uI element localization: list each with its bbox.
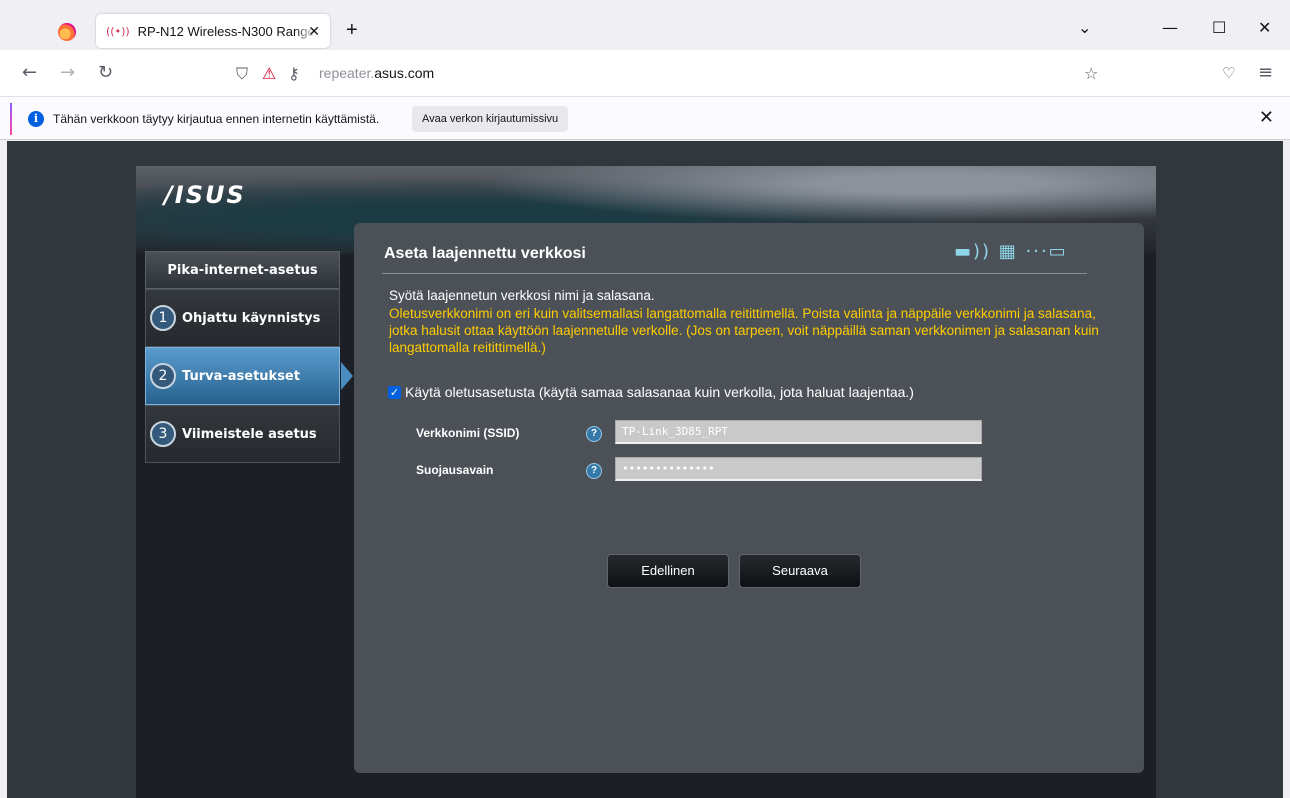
settings-panel: Aseta laajennettu verkkosi ▬)) ▦ ···▭ Sy…	[354, 223, 1144, 773]
bookmark-star-icon[interactable]: ☆	[1084, 64, 1098, 83]
sidebar-step-1[interactable]: 1 Ohjattu käynnistys	[145, 289, 340, 347]
security-key-label: Suojausavain	[416, 463, 494, 477]
captive-portal-notification: i Tähän verkkoon täytyy kirjautua ennen …	[0, 96, 1290, 140]
ssid-label: Verkkonimi (SSID)	[416, 426, 520, 440]
browser-tab-bar: ((•)) RP-N12 Wireless-N300 Range Ex ✕ + …	[0, 0, 1290, 50]
step-number: 2	[150, 363, 176, 389]
checkbox-checked-icon[interactable]: ✓	[388, 385, 401, 399]
forward-arrow-icon[interactable]: →	[60, 62, 75, 83]
pocket-icon[interactable]: ♡	[1222, 64, 1235, 82]
step-label: Ohjattu käynnistys	[182, 310, 321, 326]
browser-nav-bar: ← → ↻ ⛉ ⚠ ⚷ repeater.asus.com ☆ ♡ ≡	[0, 50, 1290, 96]
checkbox-label: Käytä oletusasetusta (käytä samaa salasa…	[405, 384, 914, 400]
setup-sidebar: Pika-internet-asetus 1 Ohjattu käynnisty…	[145, 251, 353, 463]
close-window-icon[interactable]: ✕	[1258, 18, 1271, 37]
title-divider	[382, 273, 1087, 274]
step-label: Turva-asetukset	[182, 368, 300, 384]
url-prefix: repeater.	[319, 65, 375, 81]
panel-title: Aseta laajennettu verkkosi	[384, 245, 586, 262]
tracking-protection-icon[interactable]: ⚠	[262, 64, 276, 83]
default-settings-checkbox-row[interactable]: ✓ Käytä oletusasetusta (käytä samaa sala…	[388, 384, 914, 400]
step-label: Viimeistele asetus	[182, 426, 317, 442]
key-icon[interactable]: ⚷	[288, 64, 300, 83]
ssid-input[interactable]: TP-Link_3D85_RPT	[615, 420, 982, 444]
asus-logo: /ISUS	[164, 181, 246, 209]
menu-icon[interactable]: ≡	[1258, 62, 1273, 83]
wireless-favicon-icon: ((•))	[106, 24, 130, 38]
url-bar[interactable]: ⛉ ⚠ ⚷ repeater.asus.com ☆	[224, 56, 1110, 90]
reload-icon[interactable]: ↻	[98, 62, 113, 83]
network-topology-icon: ▬)) ▦ ···▭	[954, 241, 1068, 262]
maximize-icon[interactable]: ☐	[1212, 18, 1226, 37]
step-number: 3	[150, 421, 176, 447]
security-key-help-icon[interactable]: ?	[586, 463, 602, 479]
notification-stripe	[10, 103, 12, 135]
url-domain: asus.com	[374, 65, 435, 81]
step-number: 1	[150, 305, 176, 331]
warning-text: Oletusverkkonimi on eri kuin valitsemall…	[389, 306, 1099, 355]
shield-icon[interactable]: ⛉	[236, 64, 248, 84]
previous-button[interactable]: Edellinen	[607, 554, 729, 588]
tab-title: RP-N12 Wireless-N300 Range Ex	[137, 23, 316, 39]
open-login-page-button[interactable]: Avaa verkon kirjautumissivu	[412, 106, 569, 132]
page-content: /ISUS Pika-internet-asetus 1 Ohjattu käy…	[7, 141, 1283, 798]
url-text[interactable]: repeater.asus.com	[319, 65, 434, 81]
description-text: Syötä laajennetun verkkosi nimi ja salas…	[389, 288, 655, 303]
browser-tab[interactable]: ((•)) RP-N12 Wireless-N300 Range Ex ✕	[96, 14, 330, 48]
ssid-help-icon[interactable]: ?	[586, 426, 602, 442]
info-icon: i	[28, 111, 44, 127]
firefox-logo-icon	[58, 23, 76, 41]
back-arrow-icon[interactable]: ←	[22, 62, 37, 83]
tab-close-icon[interactable]: ✕	[308, 23, 320, 40]
minimize-icon[interactable]: —	[1162, 18, 1178, 37]
new-tab-button[interactable]: +	[346, 20, 358, 40]
notification-close-icon[interactable]: ✕	[1259, 107, 1274, 128]
router-frame: /ISUS Pika-internet-asetus 1 Ohjattu käy…	[136, 166, 1156, 798]
tabs-list-chevron-icon[interactable]: ⌄	[1078, 18, 1091, 37]
sidebar-step-3[interactable]: 3 Viimeistele asetus	[145, 405, 340, 463]
notification-text: Tähän verkkoon täytyy kirjautua ennen in…	[53, 112, 380, 126]
security-key-input[interactable]: ••••••••••••••	[615, 457, 982, 481]
sidebar-title: Pika-internet-asetus	[145, 251, 340, 289]
sidebar-step-2[interactable]: 2 Turva-asetukset	[145, 347, 353, 405]
next-button[interactable]: Seuraava	[739, 554, 861, 588]
active-step-arrow-icon	[341, 362, 353, 390]
